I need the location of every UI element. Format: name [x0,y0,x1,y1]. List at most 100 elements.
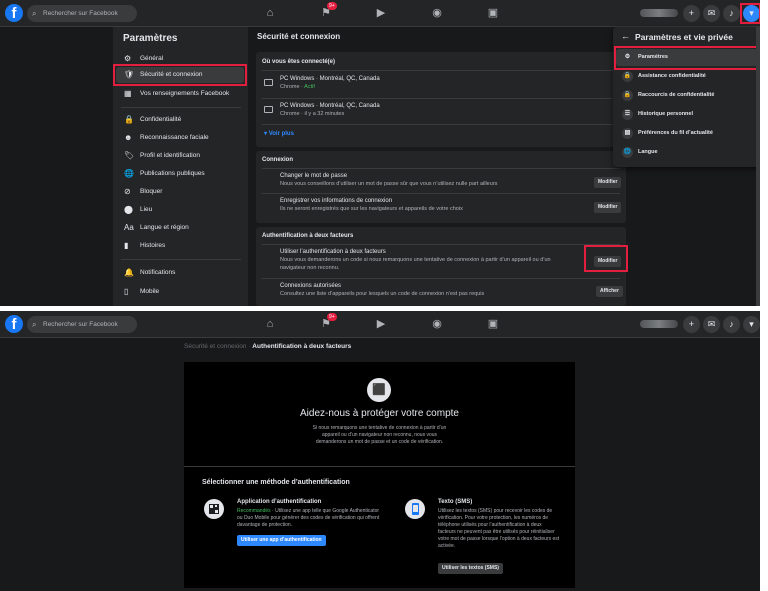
flag-icon[interactable]: ⚑ 9+ [319,2,337,20]
two-factor-screen: f ⌕ Rechercher sur Facebook ⌂ ⚑ 9+ ▶ ◉ ▣ +… [0,311,760,591]
profile-name-blurred[interactable] [640,320,678,328]
sidebar-item-label: Publications publiques [140,170,205,177]
sidebar-item-label: Général [140,55,164,62]
save-login-title: Enregistrer vos informations de connexio… [280,198,393,204]
search-input[interactable]: ⌕ Rechercher sur Facebook [27,316,137,333]
where-logged-in-card: Où vous êtes connecté(e) PC Windows · Mo… [256,52,626,147]
globe-icon: 🌐 [124,169,134,178]
sms-phone-icon [405,499,425,519]
gaming-icon[interactable]: ▣ [486,6,500,20]
bell-icon[interactable]: ♪ [723,316,740,333]
video-icon[interactable]: ▶ [374,6,388,20]
sidebar-item-language[interactable]: Aa Langue et région [116,220,244,236]
see-more-link[interactable]: ▾ Voir plus [264,130,294,137]
groups-icon[interactable]: ◉ [430,317,444,331]
highlight-account-menu [740,3,760,24]
sidebar-item-location[interactable]: ⬤ Lieu [116,202,244,218]
method-heading: Sélectionner une méthode d’authentificat… [202,479,350,486]
sidebar-item-label: Histoires [140,242,166,249]
security-key-icon: ⬛ [367,378,391,402]
back-arrow-icon[interactable]: ← [621,31,630,41]
facebook-logo[interactable]: f [5,4,23,22]
menu-item-privacy-shortcuts[interactable]: 🔒 Raccourcis de confidentialité [616,87,757,104]
plus-icon[interactable]: + [683,5,700,22]
flag-icon[interactable]: ⚑ 9+ [319,313,337,331]
menu-item-privacy-checkup[interactable]: 🔒 Assistance confidentialité [616,68,757,85]
menu-item-activity-log[interactable]: ☰ Historique personnel [616,106,757,123]
sms-option-title: Texto (SMS) [438,499,473,505]
highlight-two-factor-button [584,245,628,272]
gaming-icon[interactable]: ▣ [486,317,500,331]
menu-item-label: Historique personnel [638,111,694,117]
groups-icon[interactable]: ◉ [430,6,444,20]
search-input[interactable]: ⌕ Rechercher sur Facebook [27,5,137,22]
divider [121,107,241,108]
divider [184,466,575,467]
save-login-desc: Ils ne seront enregistrés que sur les na… [280,206,463,212]
home-icon[interactable]: ⌂ [263,6,277,20]
session-browser: Chrome · Actif [280,84,315,90]
use-sms-button[interactable]: Utiliser les textos (SMS) [438,563,503,574]
menu-title: Paramètres et vie privée [635,32,733,42]
sidebar-item-notifications[interactable]: 🔔 Notifications [116,265,244,281]
divider [262,70,620,71]
two-factor-card: Authentification à deux facteurs Utilise… [256,227,626,306]
session-browser-text: Chrome · [280,84,305,90]
divider [262,124,620,125]
bell-icon[interactable]: ♪ [723,5,740,22]
settings-content: Sécurité et connexion Où vous êtes conne… [248,27,638,306]
two-factor-title: Utiliser l’authentification à deux facte… [280,249,386,255]
page-scrollbar[interactable] [756,27,760,306]
authorized-logins-view-button[interactable]: Afficher [596,286,623,297]
caret-down-icon[interactable]: ▾ [743,316,760,333]
divider [262,278,620,279]
panel-description: Si nous remarquons une tentative de conn… [312,425,447,445]
two-factor-desc-line1: Nous vous demanderons un code si nous re… [280,257,551,263]
sidebar-item-mobile[interactable]: ▯ Mobile [116,284,244,300]
sidebar-item-face-recognition[interactable]: ☻ Reconnaissance faciale [116,130,244,146]
menu-item-language[interactable]: 🌐 Langue [616,144,757,161]
messenger-icon[interactable]: ✉ [703,316,720,333]
session-status: Actif [304,84,315,90]
sidebar-item-label: Notifications [140,269,176,276]
globe-icon: 🌐 [622,147,633,158]
divider [262,244,620,245]
computer-icon [264,106,273,113]
sidebar-item-public-posts[interactable]: 🌐 Publications publiques [116,166,244,182]
sms-option-description: Utilisez les textos (SMS) pour recevoir … [438,508,560,549]
app-option-title: Application d’authentification [237,499,322,505]
login-card: Connexion Changer le mot de passe Nous v… [256,151,626,223]
divider [121,259,241,260]
facebook-logo[interactable]: f [5,315,23,333]
change-password-edit-button[interactable]: Modifier [594,177,622,188]
session-browser: Chrome · il y a 32 minutes [280,111,345,117]
divider [262,168,620,169]
messenger-icon[interactable]: ✉ [703,5,720,22]
face-icon: ☻ [124,133,133,142]
sidebar-item-blocking[interactable]: ⊘ Bloquer [116,184,244,200]
plus-icon[interactable]: + [683,316,700,333]
highlight-security-item [113,64,247,86]
stories-icon: ▮ [124,241,129,250]
sidebar-item-profile-tagging[interactable]: 🏷 Profil et identification [116,148,244,164]
authorized-logins-desc: Consultez une liste d’appareils pour les… [280,291,485,297]
breadcrumb-current: Authentification à deux facteurs [252,343,352,350]
sidebar-item-your-info[interactable]: ▦ Vos renseignements Facebook [116,86,244,102]
sidebar-item-label: Vos renseignements Facebook [140,90,230,97]
menu-item-news-feed-preferences[interactable]: ▤ Préférences du fil d’actualité [616,125,757,142]
search-icon: ⌕ [32,320,37,329]
sidebar-item-privacy[interactable]: 🔒 Confidentialité [116,112,244,128]
sidebar-item-stories[interactable]: ▮ Histoires [116,238,244,254]
profile-name-blurred[interactable] [640,9,678,17]
panel-title: Aidez-nous à protéger votre compte [300,408,459,419]
save-login-edit-button[interactable]: Modifier [594,202,622,213]
use-auth-app-button[interactable]: Utiliser une app d’authentification [237,535,326,546]
breadcrumb-parent[interactable]: Sécurité et connexion [184,343,247,350]
search-placeholder: Rechercher sur Facebook [43,10,118,17]
home-icon[interactable]: ⌂ [263,317,277,331]
notification-badge: 9+ [327,313,337,321]
video-icon[interactable]: ▶ [374,317,388,331]
menu-item-label: Assistance confidentialité [638,73,706,79]
change-password-desc: Nous vous conseillons d’utiliser un mot … [280,181,498,187]
feed-icon: ▤ [622,128,633,139]
